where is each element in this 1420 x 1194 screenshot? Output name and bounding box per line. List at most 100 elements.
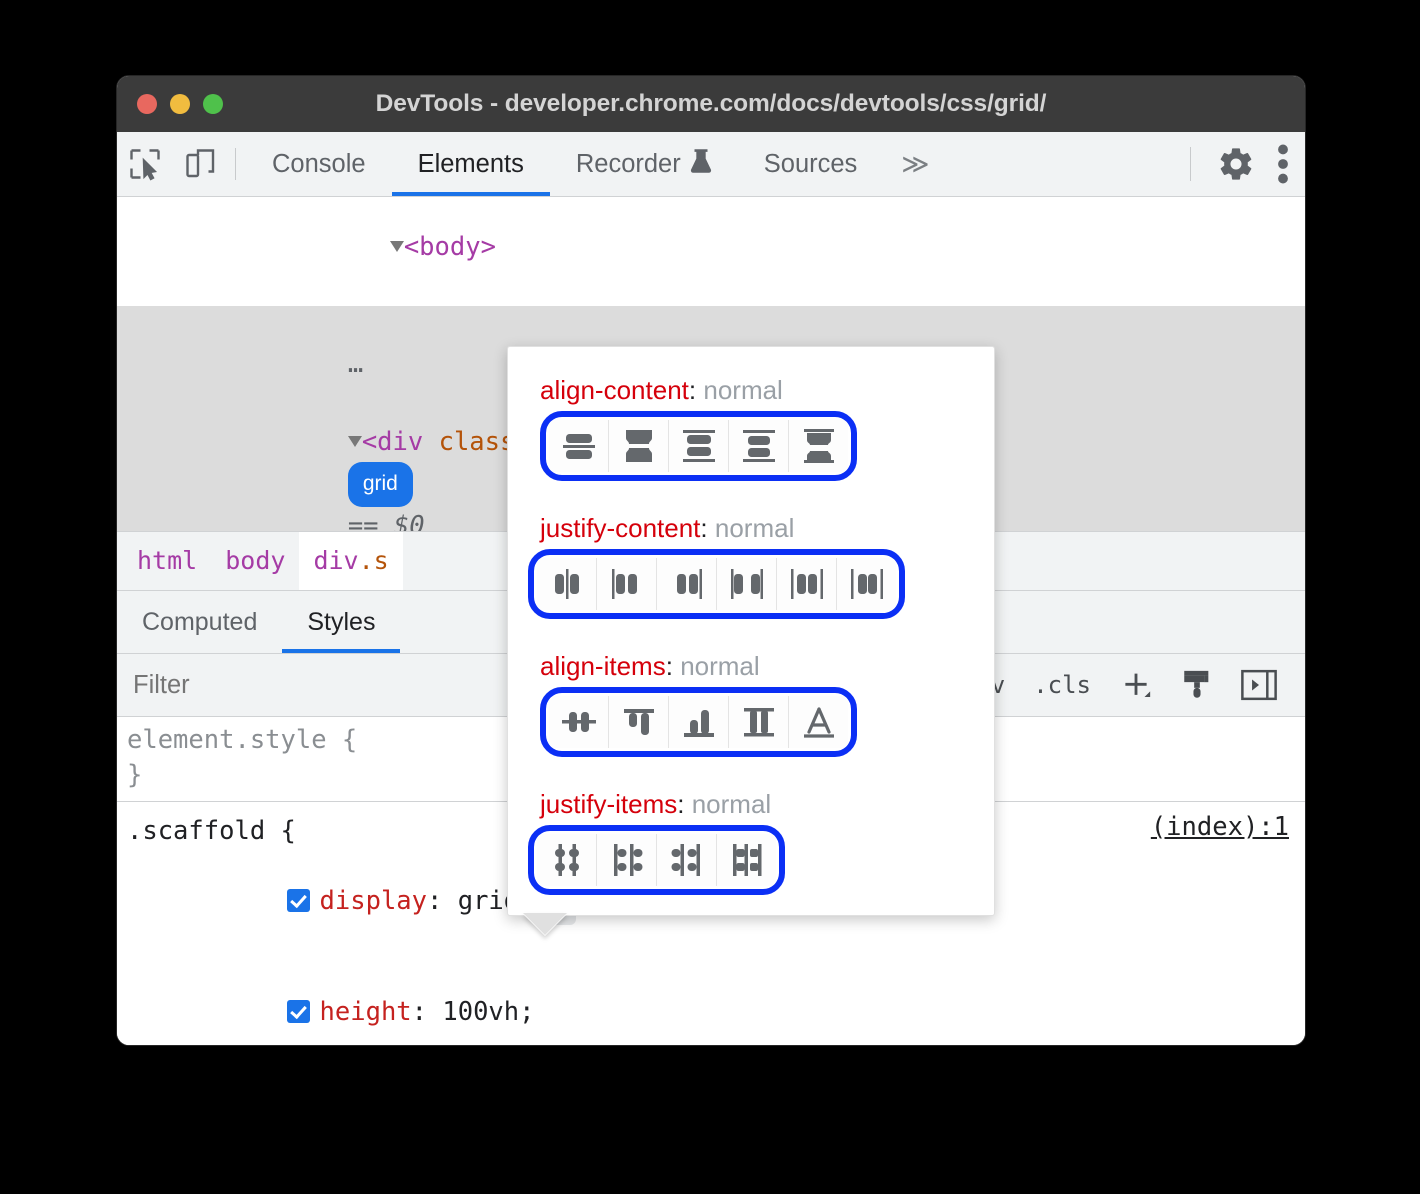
breadcrumb-div-tag: div — [313, 546, 358, 575]
align-items-end-icon[interactable] — [669, 696, 729, 748]
popup-align-items-property: align-items — [540, 651, 666, 681]
dom-row-body-text: <body> — [404, 232, 496, 262]
search-input[interactable] — [131, 670, 435, 701]
more-tabs-button[interactable]: ≫ — [883, 132, 947, 196]
popup-justify-items-property: justify-items — [540, 789, 677, 819]
grid-badge[interactable]: grid — [348, 462, 413, 507]
tab-styles[interactable]: Styles — [282, 591, 400, 653]
window-titlebar: DevTools - developer.chrome.com/docs/dev… — [117, 76, 1305, 132]
gear-icon[interactable] — [1207, 145, 1265, 183]
justify-content-buttons — [528, 549, 905, 619]
plus-icon[interactable] — [1107, 668, 1165, 702]
popup-align-content-value: normal — [703, 375, 782, 405]
align-items-start-icon[interactable] — [609, 696, 669, 748]
dom-ellipsis-icon[interactable]: … — [348, 349, 363, 379]
popup-section-justify-content: justify-content: normal — [508, 481, 994, 619]
popup-justify-items-label: justify-items: normal — [528, 789, 994, 820]
popup-section-align-items: align-items: normal — [508, 619, 994, 757]
popup-justify-content-colon: : — [700, 513, 707, 543]
popup-section-justify-items: justify-items: normal — [508, 757, 994, 895]
screenshot-root: DevTools - developer.chrome.com/docs/dev… — [0, 0, 1420, 1194]
justify-items-stretch-icon[interactable] — [717, 834, 776, 886]
popup-justify-content-label: justify-content: normal — [528, 513, 994, 544]
justify-items-end-icon[interactable] — [657, 834, 717, 886]
dom-scaffold-tagopen: <div — [362, 427, 439, 457]
align-content-stretch-icon[interactable] — [789, 420, 848, 472]
align-items-baseline-icon[interactable] — [789, 696, 848, 748]
toolbar-right-actions — [1174, 132, 1305, 196]
toolbar-divider-2 — [1190, 147, 1191, 181]
paintbrush-icon[interactable] — [1169, 668, 1225, 702]
justify-content-space-between-icon[interactable] — [717, 558, 777, 610]
inspect-cursor-icon[interactable] — [117, 132, 173, 196]
breadcrumb-div-class: .s — [359, 546, 389, 575]
grid-alignment-editor-popup[interactable]: align-content: normal — [507, 346, 995, 916]
align-content-start-icon[interactable] — [669, 420, 729, 472]
popup-section-align-content: align-content: normal — [508, 347, 994, 481]
panel-tabs: Console Elements Recorder Sources — [246, 132, 883, 196]
cls-toggle-button[interactable]: .cls — [1021, 671, 1103, 699]
align-content-space-between-icon[interactable] — [609, 420, 669, 472]
toggle-sidebar-icon[interactable] — [1229, 668, 1289, 702]
device-toolbar-icon[interactable] — [173, 132, 229, 196]
popup-align-items-value: normal — [680, 651, 759, 681]
align-items-stretch-icon[interactable] — [729, 696, 789, 748]
expand-toggle-icon[interactable] — [348, 436, 362, 447]
declaration-height-value[interactable]: 100vh; — [442, 997, 534, 1027]
justify-content-end-icon[interactable] — [657, 558, 717, 610]
tab-computed-label: Computed — [142, 608, 257, 637]
traffic-lights — [137, 94, 223, 114]
popup-align-items-colon: : — [666, 651, 673, 681]
tab-elements-label: Elements — [418, 150, 524, 179]
popup-justify-content-value: normal — [715, 513, 794, 543]
tab-styles-label: Styles — [307, 608, 375, 637]
justify-content-space-evenly-icon[interactable] — [837, 558, 896, 610]
align-items-center-icon[interactable] — [549, 696, 609, 748]
tab-sources[interactable]: Sources — [738, 132, 884, 196]
declaration-height-property[interactable]: height — [320, 997, 412, 1027]
breadcrumb-item-html[interactable]: html — [123, 532, 211, 590]
popup-justify-items-colon: : — [677, 789, 684, 819]
justify-items-buttons — [528, 825, 785, 895]
popup-justify-items-value: normal — [692, 789, 771, 819]
popup-pointer-arrow — [523, 914, 567, 936]
close-window-button[interactable] — [137, 94, 157, 114]
breadcrumb-item-body[interactable]: body — [211, 532, 299, 590]
window-title: DevTools - developer.chrome.com/docs/dev… — [117, 90, 1305, 118]
breadcrumb-item-div-scaffold[interactable]: div.s — [299, 532, 402, 590]
declaration-display-property[interactable]: display — [320, 886, 427, 916]
tab-recorder-label: Recorder — [576, 150, 681, 179]
popup-align-content-colon: : — [689, 375, 696, 405]
justify-content-start-icon[interactable] — [597, 558, 657, 610]
tab-elements[interactable]: Elements — [392, 132, 550, 196]
expand-toggle-icon[interactable] — [390, 241, 404, 252]
dom-scaffold-suffix: == $0 — [348, 511, 425, 531]
align-content-end-icon[interactable] — [729, 420, 789, 472]
toolbar-divider — [235, 148, 236, 180]
tab-recorder[interactable]: Recorder — [550, 132, 738, 196]
justify-content-space-around-icon[interactable] — [777, 558, 837, 610]
zoom-window-button[interactable] — [203, 94, 223, 114]
declaration-height[interactable]: height: 100vh; — [127, 960, 1305, 1045]
rule-origin-link[interactable]: (index):1 — [1151, 810, 1289, 845]
align-items-buttons — [540, 687, 857, 757]
dom-scaffold-attr: class — [439, 427, 516, 457]
flask-icon — [690, 148, 712, 181]
tab-sources-label: Sources — [764, 150, 858, 179]
declaration-checkbox[interactable] — [287, 889, 310, 912]
justify-content-center-icon[interactable] — [537, 558, 597, 610]
align-content-buttons — [540, 411, 857, 481]
tab-console-label: Console — [272, 150, 366, 179]
tab-console[interactable]: Console — [246, 132, 392, 196]
kebab-menu-icon[interactable] — [1265, 144, 1305, 184]
popup-justify-content-property: justify-content — [540, 513, 700, 543]
devtools-window: DevTools - developer.chrome.com/docs/dev… — [117, 76, 1305, 1045]
dom-row-body[interactable]: <body> — [117, 197, 1305, 306]
justify-items-center-icon[interactable] — [537, 834, 597, 886]
tab-computed[interactable]: Computed — [117, 591, 282, 653]
justify-items-start-icon[interactable] — [597, 834, 657, 886]
declaration-checkbox[interactable] — [287, 1000, 310, 1023]
popup-align-content-property: align-content — [540, 375, 689, 405]
align-content-center-icon[interactable] — [549, 420, 609, 472]
minimize-window-button[interactable] — [170, 94, 190, 114]
